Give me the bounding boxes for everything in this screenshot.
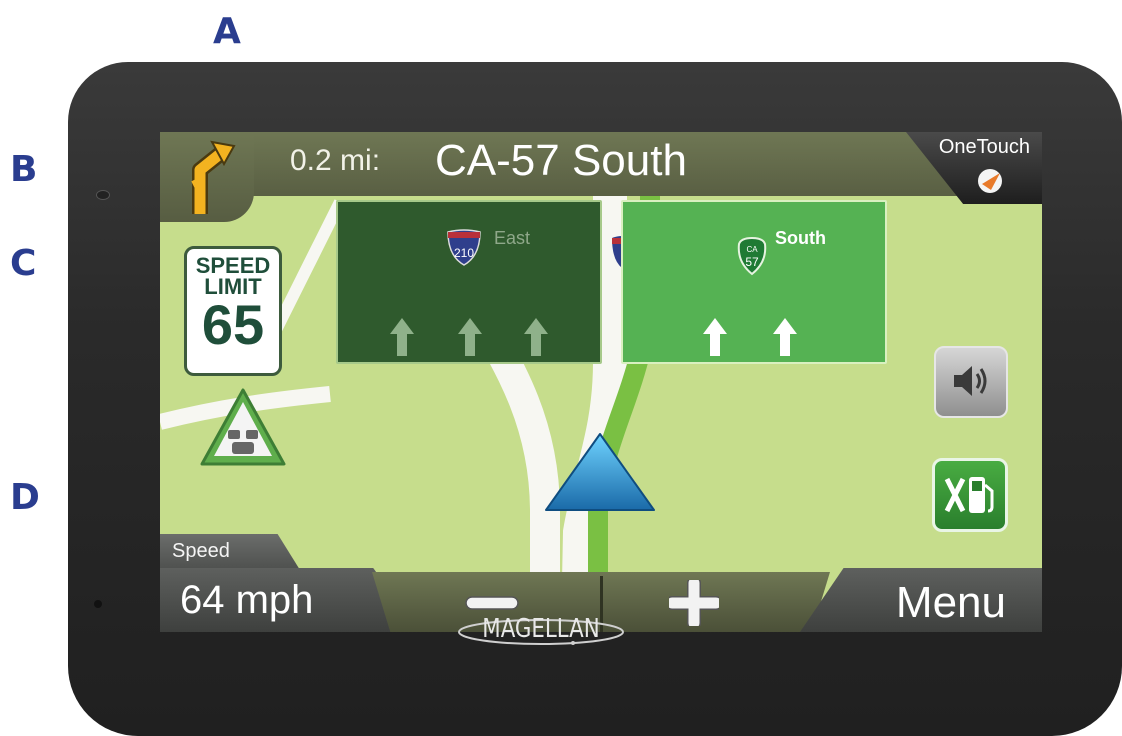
distance-to-turn: 0.2 mi:: [290, 144, 381, 177]
state-route-shield-icon: CA 57: [735, 236, 769, 281]
callout-b: B: [10, 149, 38, 190]
speaker-icon: [950, 360, 992, 407]
lane-arrows: [390, 318, 550, 363]
interstate-shield-icon: 210: [446, 228, 482, 271]
lane-arrows: [703, 318, 803, 363]
sign-direction: East: [494, 228, 531, 248]
speed-limit-label: SPEED LIMIT: [187, 255, 279, 298]
volume-button[interactable]: [934, 346, 1008, 418]
speed-limit-sign: SPEED LIMIT 65: [184, 246, 282, 376]
plus-icon: [665, 576, 723, 631]
highway-sign-east: 210 East: [336, 200, 602, 364]
onetouch-label: OneTouch: [938, 136, 1030, 158]
callout-d: D: [10, 477, 40, 518]
highway-sign-south: CA 57 South: [621, 200, 887, 364]
map-screen[interactable]: 0.2 mi: CA-57 South OneTouch 210 East CA…: [160, 132, 1042, 632]
current-speed: 64 mph: [180, 578, 314, 622]
speed-tab: Speed: [160, 534, 300, 570]
microphone-hole: [94, 600, 102, 608]
traffic-warning-icon: [198, 388, 288, 474]
next-street-name: CA-57 South: [435, 136, 687, 185]
light-sensor: [96, 190, 110, 200]
zoom-in-button[interactable]: [603, 572, 830, 632]
speed-limit-value: 65: [201, 293, 265, 356]
brand-logo: MAGELLAN: [456, 608, 626, 648]
menu-label: Menu: [895, 578, 1006, 627]
brand-name: MAGELLAN: [482, 614, 600, 644]
callout-c: C: [10, 243, 37, 284]
turn-indicator[interactable]: [160, 132, 254, 222]
speed-label: Speed: [172, 540, 230, 562]
svg-text:210: 210: [454, 246, 474, 260]
fuel-button[interactable]: [932, 458, 1008, 532]
traffic-warning-button[interactable]: [198, 386, 288, 475]
svg-text:CA: CA: [746, 245, 758, 254]
navigation-arrow-icon: [976, 168, 1004, 200]
vehicle-position: [544, 432, 656, 519]
vehicle-position-arrow-icon: [544, 433, 656, 518]
svg-text:57: 57: [745, 255, 759, 269]
bear-right-icon: [186, 140, 236, 221]
sign-direction: South: [775, 228, 826, 248]
fuel-pump-icon: [943, 471, 999, 524]
callout-a: A: [213, 11, 241, 52]
